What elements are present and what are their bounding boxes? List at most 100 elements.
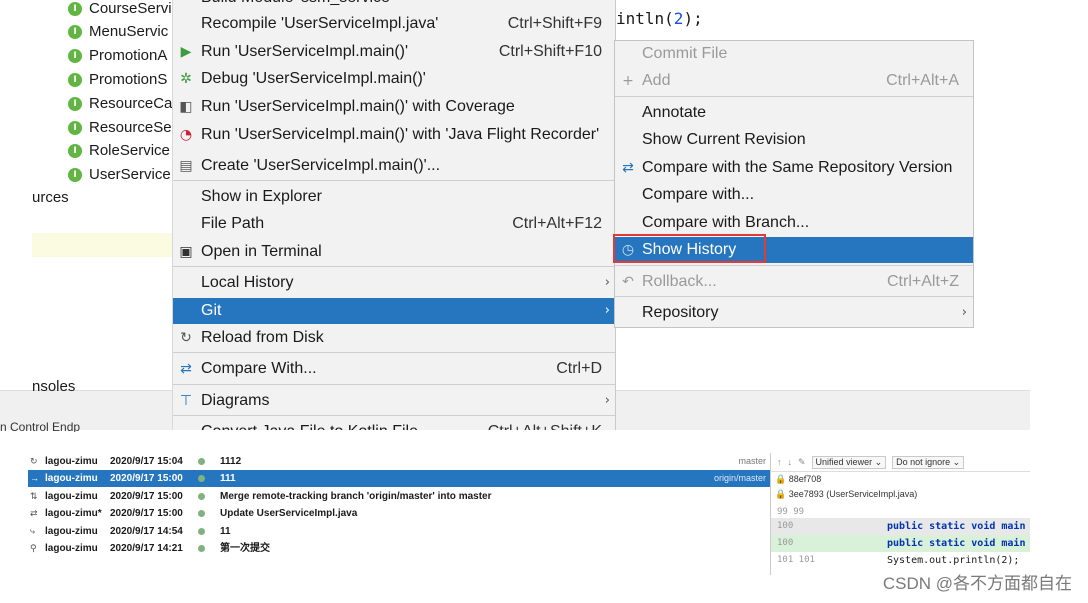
project-tree: I CourseServi I MenuServic I PromotionA I Pr… bbox=[0, 0, 175, 420]
commit-hash-1: 🔒 88ef708 bbox=[775, 474, 822, 484]
context-menu: Build Module 'ssm_service' Recompile 'Us… bbox=[172, 0, 616, 430]
edit-icon[interactable]: ✎ bbox=[798, 457, 806, 468]
search-icon: ⚲ bbox=[30, 543, 37, 553]
commit-hash-2: 🔒 3ee7893 (UserServiceImpl.java) bbox=[775, 489, 918, 499]
menu-item-file-path[interactable]: File Path Ctrl+Alt+F12 bbox=[173, 211, 615, 237]
menu-item-diagrams[interactable]: ⊤ Diagrams › bbox=[173, 388, 615, 414]
git-item-commit-file[interactable]: Commit File bbox=[615, 41, 973, 67]
tree-item-role-service[interactable]: I RoleService bbox=[68, 139, 178, 163]
menu-item-create-config[interactable]: ▤ Create 'UserServiceImpl.main()'... bbox=[173, 153, 615, 179]
arrow-down-icon[interactable]: ↓ bbox=[788, 457, 793, 467]
git-item-show-current-revision[interactable]: Show Current Revision bbox=[615, 127, 973, 153]
tree-item-promotion-a[interactable]: I PromotionA bbox=[68, 44, 178, 68]
tree-item-resource-se[interactable]: I ResourceSe bbox=[68, 116, 178, 140]
arrow-icon: → bbox=[30, 473, 39, 483]
menu-item-reload-from-disk[interactable]: ↻ Reload from Disk bbox=[173, 325, 615, 351]
tree-folder-resources[interactable]: urces bbox=[32, 188, 69, 208]
tree-folder-consoles[interactable]: nsoles bbox=[32, 377, 75, 397]
git-item-compare-with-branch[interactable]: Compare with Branch... bbox=[615, 210, 973, 236]
tree-item-label: CourseServi bbox=[89, 0, 172, 17]
viewer-mode-select[interactable]: Unified viewer ⌄ bbox=[811, 455, 887, 469]
table-row[interactable]: ↻ lagou-zimu 2020/9/17 15:04 1112 master bbox=[28, 453, 770, 470]
tree-item-menu-service[interactable]: I MenuServic bbox=[68, 20, 178, 44]
menu-separator bbox=[615, 265, 973, 266]
ignore-mode-select[interactable]: Do not ignore ⌄ bbox=[892, 455, 965, 469]
rollback-icon: ↶ bbox=[622, 274, 634, 290]
compare-icon: ⇄ bbox=[180, 361, 192, 377]
table-row[interactable]: ⤷ lagou-zimu 2020/9/17 14:54 11 bbox=[28, 523, 770, 540]
reload-icon: ↻ bbox=[180, 330, 192, 346]
diff-toolbar: ↑ ↓ ✎ Unified viewer ⌄ Do not ignore ⌄ bbox=[771, 453, 1030, 472]
sync-icon: ⇅ bbox=[30, 491, 38, 501]
git-submenu: Commit File + Add Ctrl+Alt+A Annotate Show… bbox=[614, 40, 974, 328]
class-icon: I bbox=[68, 2, 82, 16]
branch-tag: master bbox=[738, 456, 766, 466]
menu-separator bbox=[173, 180, 615, 181]
menu-separator bbox=[173, 266, 615, 267]
chevron-right-icon: › bbox=[604, 303, 610, 318]
menu-separator bbox=[173, 384, 615, 385]
menu-item-open-terminal[interactable]: ▣ Open in Terminal bbox=[173, 239, 615, 265]
tree-item-label: ResourceCa bbox=[89, 95, 173, 112]
plus-icon: + bbox=[622, 73, 634, 89]
menu-item-compare-with[interactable]: ⇄ Compare With... Ctrl+D bbox=[173, 356, 615, 382]
git-item-compare-with[interactable]: Compare with... bbox=[615, 182, 973, 208]
table-row[interactable]: → lagou-zimu 2020/9/17 15:00 111 origin/mast… bbox=[28, 470, 770, 487]
tree-item-label: PromotionA bbox=[89, 47, 168, 64]
menu-separator bbox=[615, 96, 973, 97]
menu-item-recompile[interactable]: Recompile 'UserServiceImpl.java' Ctrl+Shi… bbox=[173, 11, 615, 37]
git-item-annotate[interactable]: Annotate bbox=[615, 100, 973, 126]
refresh-icon: ↻ bbox=[30, 456, 38, 466]
commit-node-icon bbox=[198, 458, 205, 465]
class-icon: I bbox=[68, 144, 82, 158]
tree-item-resource-ca[interactable]: I ResourceCa bbox=[68, 92, 178, 116]
tree-item-promotion-s[interactable]: I PromotionS bbox=[68, 68, 178, 92]
menu-item-run-coverage[interactable]: ◧ Run 'UserServiceImpl.main()' with Cover… bbox=[173, 94, 615, 120]
diagram-icon: ⊤ bbox=[179, 393, 193, 409]
git-item-compare-same-repo[interactable]: ⇄ Compare with the Same Repository Versio… bbox=[615, 155, 973, 181]
commit-node-icon bbox=[198, 545, 205, 552]
chevron-right-icon: › bbox=[604, 393, 610, 408]
menu-separator bbox=[173, 415, 615, 416]
coverage-icon: ◧ bbox=[179, 99, 193, 115]
commit-node-icon bbox=[198, 510, 205, 517]
compare-icon: ⇄ bbox=[30, 508, 38, 518]
tree-item-label: ResourceSe bbox=[89, 119, 172, 136]
menu-separator bbox=[173, 352, 615, 353]
menu-separator bbox=[615, 296, 973, 297]
git-log-table: ↻ lagou-zimu 2020/9/17 15:04 1112 master → la… bbox=[28, 453, 770, 575]
diff-line-added: 100 public static void main bbox=[771, 535, 1030, 552]
class-icon: I bbox=[68, 121, 82, 135]
menu-item-run[interactable]: ▶ Run 'UserServiceImpl.main()' Ctrl+Shift+… bbox=[173, 39, 615, 65]
diff-panel: ↑ ↓ ✎ Unified viewer ⌄ Do not ignore ⌄ 🔒… bbox=[770, 453, 1030, 575]
git-item-add[interactable]: + Add Ctrl+Alt+A bbox=[615, 68, 973, 94]
menu-item-build-module[interactable]: Build Module 'ssm_service' bbox=[173, 0, 615, 11]
commit-node-icon bbox=[198, 528, 205, 535]
arrow-up-icon[interactable]: ↑ bbox=[777, 457, 782, 467]
toolwindow-tabs[interactable]: n Control Endp bbox=[0, 420, 175, 432]
commit-node-icon bbox=[198, 475, 205, 482]
class-icon: I bbox=[68, 49, 82, 63]
table-row[interactable]: ⚲ lagou-zimu 2020/9/17 14:21 第一次提交 bbox=[28, 540, 770, 557]
branch-tag: origin/master bbox=[713, 473, 766, 483]
menu-item-local-history[interactable]: Local History › bbox=[173, 270, 615, 296]
menu-item-debug[interactable]: ✲ Debug 'UserServiceImpl.main()' bbox=[173, 66, 615, 92]
debug-icon: ✲ bbox=[180, 71, 192, 87]
chevron-right-icon: › bbox=[961, 305, 967, 320]
menu-item-show-in-explorer[interactable]: Show in Explorer bbox=[173, 184, 615, 210]
menu-item-convert-kotlin[interactable]: Convert Java File to Kotlin FileCtrl+Alt… bbox=[173, 419, 615, 430]
run-icon: ▶ bbox=[180, 44, 192, 60]
cherry-pick-icon: ⤷ bbox=[30, 526, 36, 536]
menu-item-run-jfr[interactable]: ◔ Run 'UserServiceImpl.main()' with 'Java… bbox=[173, 122, 615, 148]
table-row[interactable]: ⇄ lagou-zimu* 2020/9/17 15:00 Update UserSe… bbox=[28, 505, 770, 522]
git-item-repository[interactable]: Repository › bbox=[615, 300, 973, 326]
highlight-box bbox=[613, 234, 766, 263]
menu-item-git[interactable]: Git › bbox=[173, 298, 615, 324]
tree-item-label: RoleService bbox=[89, 142, 170, 159]
table-row[interactable]: ⇅ lagou-zimu 2020/9/17 15:00 Merge remote-t… bbox=[28, 488, 770, 505]
tree-item-user-service[interactable]: I UserService bbox=[68, 163, 178, 187]
tree-item-course-service[interactable]: I CourseServi bbox=[68, 0, 178, 21]
tree-highlight-row bbox=[32, 233, 175, 257]
config-icon: ▤ bbox=[179, 158, 193, 174]
git-item-rollback[interactable]: ↶ Rollback... Ctrl+Alt+Z bbox=[615, 269, 973, 295]
